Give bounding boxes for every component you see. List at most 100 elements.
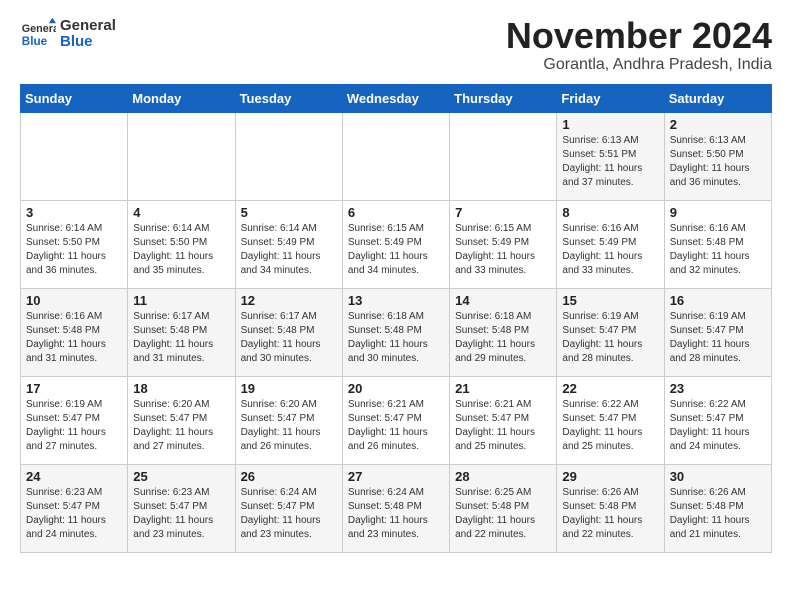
day-number: 4 [133, 205, 229, 220]
day-info: Sunrise: 6:21 AM Sunset: 5:47 PM Dayligh… [348, 398, 444, 454]
calendar-cell: 21 Sunrise: 6:21 AM Sunset: 5:47 PM Dayli… [450, 376, 557, 464]
calendar-cell: 12 Sunrise: 6:17 AM Sunset: 5:48 PM Dayli… [235, 288, 342, 376]
day-number: 10 [26, 293, 122, 308]
day-number: 7 [455, 205, 551, 220]
calendar-cell [128, 112, 235, 200]
weekday-header: Monday [128, 84, 235, 112]
day-info: Sunrise: 6:20 AM Sunset: 5:47 PM Dayligh… [133, 398, 229, 454]
calendar-cell: 9 Sunrise: 6:16 AM Sunset: 5:48 PM Daylig… [664, 200, 771, 288]
day-info: Sunrise: 6:16 AM Sunset: 5:48 PM Dayligh… [26, 310, 122, 366]
page: General Blue General Blue November 2024 … [0, 0, 792, 569]
day-info: Sunrise: 6:14 AM Sunset: 5:49 PM Dayligh… [241, 222, 337, 278]
calendar-cell: 20 Sunrise: 6:21 AM Sunset: 5:47 PM Dayli… [342, 376, 449, 464]
day-number: 13 [348, 293, 444, 308]
weekday-header: Saturday [664, 84, 771, 112]
day-info: Sunrise: 6:18 AM Sunset: 5:48 PM Dayligh… [348, 310, 444, 366]
location: Gorantla, Andhra Pradesh, India [506, 56, 772, 74]
day-info: Sunrise: 6:26 AM Sunset: 5:48 PM Dayligh… [562, 486, 658, 542]
day-number: 30 [670, 469, 766, 484]
weekday-header: Wednesday [342, 84, 449, 112]
calendar-cell: 29 Sunrise: 6:26 AM Sunset: 5:48 PM Dayli… [557, 464, 664, 552]
logo: General Blue General Blue [20, 16, 116, 52]
calendar-cell: 7 Sunrise: 6:15 AM Sunset: 5:49 PM Daylig… [450, 200, 557, 288]
calendar-table: SundayMondayTuesdayWednesdayThursdayFrid… [20, 84, 772, 553]
calendar-cell: 28Sunrise: 6:25 AM Sunset: 5:48 PM Dayli… [450, 464, 557, 552]
calendar-cell [450, 112, 557, 200]
calendar-cell: 13 Sunrise: 6:18 AM Sunset: 5:48 PM Dayli… [342, 288, 449, 376]
day-info: Sunrise: 6:24 AM Sunset: 5:48 PM Dayligh… [348, 486, 444, 542]
day-number: 20 [348, 381, 444, 396]
calendar-cell: 17 Sunrise: 6:19 AM Sunset: 5:47 PM Dayli… [21, 376, 128, 464]
calendar-cell: 10 Sunrise: 6:16 AM Sunset: 5:48 PM Dayli… [21, 288, 128, 376]
day-number: 24 [26, 469, 122, 484]
day-number: 26 [241, 469, 337, 484]
day-info: Sunrise: 6:15 AM Sunset: 5:49 PM Dayligh… [348, 222, 444, 278]
calendar-cell: 24 Sunrise: 6:23 AM Sunset: 5:47 PM Dayli… [21, 464, 128, 552]
day-info: Sunrise: 6:15 AM Sunset: 5:49 PM Dayligh… [455, 222, 551, 278]
day-number: 9 [670, 205, 766, 220]
day-info: Sunrise: 6:19 AM Sunset: 5:47 PM Dayligh… [670, 310, 766, 366]
day-info: Sunrise: 6:22 AM Sunset: 5:47 PM Dayligh… [562, 398, 658, 454]
calendar-cell: 8 Sunrise: 6:16 AM Sunset: 5:49 PM Daylig… [557, 200, 664, 288]
day-number: 16 [670, 293, 766, 308]
day-number: 6 [348, 205, 444, 220]
day-number: 22 [562, 381, 658, 396]
day-number: 15 [562, 293, 658, 308]
calendar-cell: 3 Sunrise: 6:14 AM Sunset: 5:50 PM Daylig… [21, 200, 128, 288]
day-info: Sunrise: 6:24 AM Sunset: 5:47 PM Dayligh… [241, 486, 337, 542]
day-info: Sunrise: 6:23 AM Sunset: 5:47 PM Dayligh… [26, 486, 122, 542]
day-number: 18 [133, 381, 229, 396]
day-number: 14 [455, 293, 551, 308]
calendar-cell: 27 Sunrise: 6:24 AM Sunset: 5:48 PM Dayli… [342, 464, 449, 552]
day-number: 23 [670, 381, 766, 396]
month-title: November 2024 [506, 16, 772, 56]
calendar-cell: 11Sunrise: 6:17 AM Sunset: 5:48 PM Dayli… [128, 288, 235, 376]
calendar-week-row: 3 Sunrise: 6:14 AM Sunset: 5:50 PM Daylig… [21, 200, 772, 288]
day-info: Sunrise: 6:26 AM Sunset: 5:48 PM Dayligh… [670, 486, 766, 542]
calendar-week-row: 1 Sunrise: 6:13 AM Sunset: 5:51 PM Daylig… [21, 112, 772, 200]
day-info: Sunrise: 6:13 AM Sunset: 5:51 PM Dayligh… [562, 134, 658, 190]
calendar-cell: 16 Sunrise: 6:19 AM Sunset: 5:47 PM Dayli… [664, 288, 771, 376]
calendar-cell: 14Sunrise: 6:18 AM Sunset: 5:48 PM Dayli… [450, 288, 557, 376]
day-info: Sunrise: 6:13 AM Sunset: 5:50 PM Dayligh… [670, 134, 766, 190]
day-info: Sunrise: 6:16 AM Sunset: 5:48 PM Dayligh… [670, 222, 766, 278]
calendar-cell: 30 Sunrise: 6:26 AM Sunset: 5:48 PM Dayli… [664, 464, 771, 552]
day-info: Sunrise: 6:19 AM Sunset: 5:47 PM Dayligh… [26, 398, 122, 454]
logo-text: General Blue [60, 18, 116, 51]
day-number: 25 [133, 469, 229, 484]
day-info: Sunrise: 6:21 AM Sunset: 5:47 PM Dayligh… [455, 398, 551, 454]
day-number: 8 [562, 205, 658, 220]
day-info: Sunrise: 6:14 AM Sunset: 5:50 PM Dayligh… [133, 222, 229, 278]
calendar-week-row: 10 Sunrise: 6:16 AM Sunset: 5:48 PM Dayli… [21, 288, 772, 376]
logo-blue: Blue [60, 34, 116, 51]
day-info: Sunrise: 6:14 AM Sunset: 5:50 PM Dayligh… [26, 222, 122, 278]
calendar-cell: 22 Sunrise: 6:22 AM Sunset: 5:47 PM Dayli… [557, 376, 664, 464]
calendar-cell: 4 Sunrise: 6:14 AM Sunset: 5:50 PM Daylig… [128, 200, 235, 288]
day-number: 11 [133, 293, 229, 308]
day-info: Sunrise: 6:17 AM Sunset: 5:48 PM Dayligh… [241, 310, 337, 366]
calendar-cell [342, 112, 449, 200]
day-number: 12 [241, 293, 337, 308]
calendar-cell [21, 112, 128, 200]
calendar-cell: 5 Sunrise: 6:14 AM Sunset: 5:49 PM Daylig… [235, 200, 342, 288]
day-number: 21 [455, 381, 551, 396]
calendar-cell: 23Sunrise: 6:22 AM Sunset: 5:47 PM Dayli… [664, 376, 771, 464]
calendar-cell: 18 Sunrise: 6:20 AM Sunset: 5:47 PM Dayli… [128, 376, 235, 464]
day-number: 27 [348, 469, 444, 484]
day-info: Sunrise: 6:20 AM Sunset: 5:47 PM Dayligh… [241, 398, 337, 454]
day-number: 17 [26, 381, 122, 396]
calendar-cell: 19 Sunrise: 6:20 AM Sunset: 5:47 PM Dayli… [235, 376, 342, 464]
day-number: 19 [241, 381, 337, 396]
day-info: Sunrise: 6:16 AM Sunset: 5:49 PM Dayligh… [562, 222, 658, 278]
day-number: 29 [562, 469, 658, 484]
day-number: 5 [241, 205, 337, 220]
day-number: 28 [455, 469, 551, 484]
day-number: 1 [562, 117, 658, 132]
svg-text:General: General [22, 23, 56, 35]
calendar-cell: 25Sunrise: 6:23 AM Sunset: 5:47 PM Dayli… [128, 464, 235, 552]
calendar-cell: 6 Sunrise: 6:15 AM Sunset: 5:49 PM Daylig… [342, 200, 449, 288]
logo-icon: General Blue [20, 16, 56, 52]
calendar-cell: 26 Sunrise: 6:24 AM Sunset: 5:47 PM Dayli… [235, 464, 342, 552]
header: General Blue General Blue November 2024 … [20, 16, 772, 74]
day-number: 3 [26, 205, 122, 220]
